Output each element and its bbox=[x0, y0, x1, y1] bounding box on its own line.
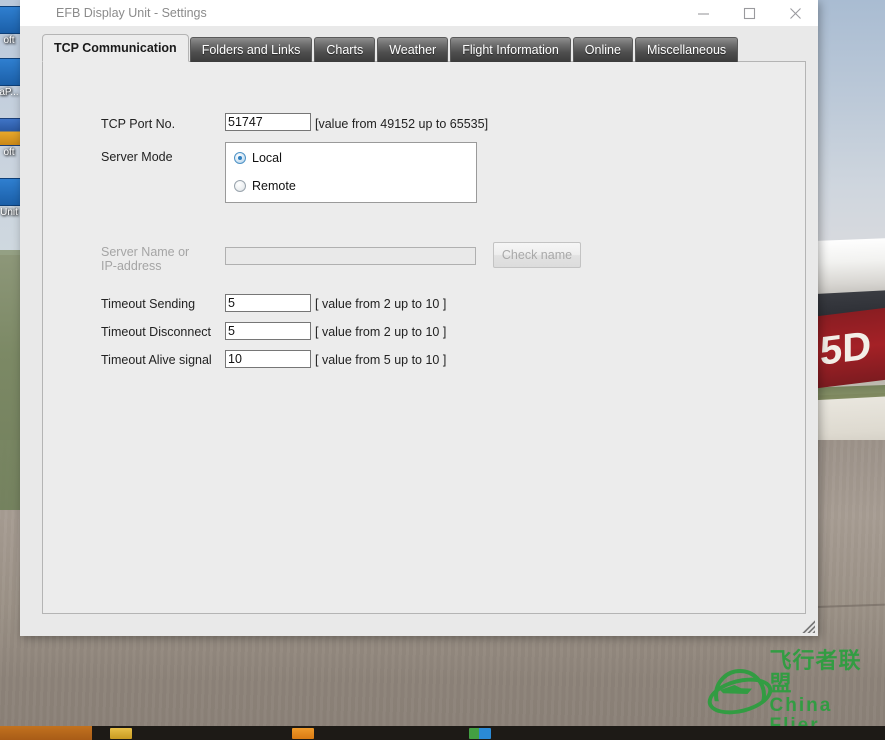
radio-option-remote[interactable]: Remote bbox=[234, 179, 296, 193]
watermark: 飞行者联盟 China Flier bbox=[706, 662, 881, 724]
check-name-button-label: Check name bbox=[502, 248, 572, 262]
tab-label: Flight Information bbox=[462, 43, 559, 57]
maximize-button[interactable] bbox=[726, 0, 772, 26]
wallpaper-sign-number: 5D bbox=[820, 326, 871, 372]
tcp-port-label: TCP Port No. bbox=[101, 117, 175, 131]
tab-label: Miscellaneous bbox=[647, 43, 726, 57]
tab-tcp-communication[interactable]: TCP Communication bbox=[42, 34, 189, 62]
taskbar-item[interactable] bbox=[469, 728, 491, 739]
china-flier-logo-icon bbox=[706, 665, 764, 721]
desktop-icon-label: oft bbox=[3, 147, 14, 158]
tab-weather[interactable]: Weather bbox=[377, 37, 448, 62]
window-client-area: TCP Communication Folders and Links Char… bbox=[20, 26, 818, 636]
tab-panel-tcp-communication: TCP Port No. [value from 49152 up to 655… bbox=[42, 61, 806, 614]
tcp-port-hint: [value from 49152 up to 65535] bbox=[315, 117, 488, 131]
close-button[interactable] bbox=[772, 0, 818, 26]
tab-label: Folders and Links bbox=[202, 43, 301, 57]
start-button[interactable] bbox=[0, 726, 92, 740]
timeout-alive-input[interactable] bbox=[225, 350, 311, 368]
tab-label: TCP Communication bbox=[54, 41, 177, 55]
screen: 28 5D oft aP... oft Unit bbox=[0, 0, 885, 740]
timeout-sending-label: Timeout Sending bbox=[101, 297, 195, 311]
radio-local-label: Local bbox=[252, 151, 282, 165]
watermark-chinese-text: 飞行者联盟 bbox=[770, 650, 881, 696]
settings-window: EFB Display Unit - Settings TCP Communic… bbox=[20, 0, 818, 636]
wallpaper-red-sign: 5D bbox=[818, 308, 885, 388]
desktop-icon-label: aP... bbox=[0, 87, 19, 98]
tab-online[interactable]: Online bbox=[573, 37, 633, 62]
server-mode-group: Local Remote bbox=[225, 142, 477, 203]
tab-charts[interactable]: Charts bbox=[314, 37, 375, 62]
timeout-disconnect-input[interactable] bbox=[225, 322, 311, 340]
tcp-settings-form: TCP Port No. [value from 49152 up to 655… bbox=[43, 62, 805, 613]
check-name-button[interactable]: Check name bbox=[493, 242, 581, 268]
window-title: EFB Display Unit - Settings bbox=[56, 6, 207, 20]
radio-remote-icon[interactable] bbox=[234, 180, 246, 192]
server-mode-label: Server Mode bbox=[101, 150, 173, 164]
radio-remote-label: Remote bbox=[252, 179, 296, 193]
timeout-alive-hint: [ value from 5 up to 10 ] bbox=[315, 353, 446, 367]
tab-bar: TCP Communication Folders and Links Char… bbox=[42, 34, 740, 62]
tab-miscellaneous[interactable]: Miscellaneous bbox=[635, 37, 738, 62]
window-controls bbox=[680, 0, 818, 26]
tab-flight-information[interactable]: Flight Information bbox=[450, 37, 571, 62]
taskbar-item[interactable] bbox=[110, 728, 132, 739]
server-name-input[interactable] bbox=[225, 247, 476, 265]
desktop-icon-label: oft bbox=[3, 35, 14, 46]
radio-option-local[interactable]: Local bbox=[234, 151, 282, 165]
tab-label: Weather bbox=[389, 43, 436, 57]
tab-label: Online bbox=[585, 43, 621, 57]
tab-label: Charts bbox=[326, 43, 363, 57]
window-titlebar[interactable]: EFB Display Unit - Settings bbox=[20, 0, 818, 26]
taskbar-item[interactable] bbox=[292, 728, 314, 739]
taskbar[interactable] bbox=[0, 726, 885, 740]
timeout-sending-input[interactable] bbox=[225, 294, 311, 312]
timeout-disconnect-label: Timeout Disconnect bbox=[101, 325, 211, 339]
minimize-button[interactable] bbox=[680, 0, 726, 26]
radio-local-icon[interactable] bbox=[234, 152, 246, 164]
timeout-alive-label: Timeout Alive signal bbox=[101, 353, 212, 367]
server-name-label-line2: IP-address bbox=[101, 259, 161, 273]
timeout-sending-hint: [ value from 2 up to 10 ] bbox=[315, 297, 446, 311]
globe-icon bbox=[32, 5, 48, 21]
tcp-port-input[interactable] bbox=[225, 113, 311, 131]
tab-folders-and-links[interactable]: Folders and Links bbox=[190, 37, 313, 62]
timeout-disconnect-hint: [ value from 2 up to 10 ] bbox=[315, 325, 446, 339]
window-resize-grip[interactable] bbox=[801, 619, 815, 633]
desktop-icon-label: Unit bbox=[0, 207, 18, 218]
server-name-label-line1: Server Name or bbox=[101, 245, 189, 259]
